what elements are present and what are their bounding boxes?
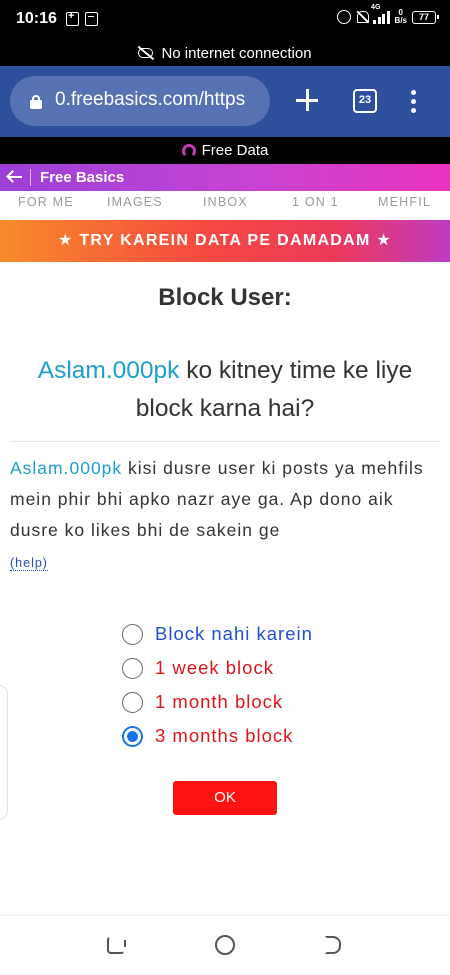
- battery-saver-icon: [66, 10, 79, 26]
- radio-no-block[interactable]: [122, 623, 143, 645]
- radio-3-months[interactable]: [122, 725, 143, 747]
- back-arrow-icon[interactable]: [7, 171, 23, 183]
- clock: 10:16: [16, 10, 57, 27]
- option-1-month[interactable]: 1 month block: [122, 685, 313, 719]
- nav-for-me[interactable]: FOR ME: [18, 195, 74, 209]
- mute-bell-icon: [356, 10, 370, 24]
- new-tab-button[interactable]: [296, 89, 318, 111]
- free-data-icon: [181, 143, 196, 158]
- no-internet-banner: No internet connection: [0, 40, 450, 66]
- status-bar: 10:16 4G 0 B/s 77: [0, 0, 450, 40]
- recent-apps-icon[interactable]: [107, 936, 126, 954]
- status-icons: 4G 0 B/s 77: [337, 4, 439, 25]
- net-speed-unit: B/s: [394, 16, 407, 25]
- promo-banner[interactable]: ★ TRY KAREIN DATA PE DAMADAM ★: [0, 220, 450, 262]
- back-icon[interactable]: [325, 936, 341, 954]
- header-title: Free Basics: [40, 169, 125, 186]
- battery-icon: 77: [412, 10, 439, 24]
- nav-inbox[interactable]: INBOX: [203, 195, 248, 209]
- no-internet-text: No internet connection: [161, 44, 312, 62]
- free-basics-header: Free Basics: [0, 164, 450, 191]
- divider: [10, 441, 440, 442]
- option-label[interactable]: 1 week block: [155, 657, 274, 679]
- url-text[interactable]: 0.freebasics.com/https: [55, 89, 260, 111]
- radio-1-month[interactable]: [122, 691, 143, 713]
- address-bar[interactable]: 0.freebasics.com/https: [10, 76, 270, 126]
- lock-icon: [30, 95, 42, 109]
- network-type-label: 4G: [371, 4, 381, 11]
- header-divider: [30, 169, 31, 186]
- alarm-icon: [337, 10, 352, 24]
- page-title: Block User:: [158, 284, 292, 311]
- free-data-bar: Free Data: [0, 137, 450, 164]
- signal-icon: 4G: [371, 4, 390, 24]
- help-link[interactable]: (help): [10, 556, 48, 571]
- cloud-off-icon: [138, 48, 154, 58]
- browser-toolbar: 0.freebasics.com/https 23: [0, 66, 450, 137]
- block-duration-options: Block nahi karein 1 week block 1 month b…: [122, 617, 313, 753]
- description-username-link[interactable]: Aslam.000pk: [10, 458, 122, 478]
- more-menu-button[interactable]: [411, 90, 417, 114]
- tab-switcher-button[interactable]: 23: [353, 89, 377, 113]
- free-data-label: Free Data: [201, 142, 269, 159]
- option-label[interactable]: 1 month block: [155, 691, 283, 713]
- site-nav: FOR ME IMAGES INBOX 1 ON 1 MEHFIL: [0, 191, 450, 220]
- net-speed: 0 B/s: [395, 9, 407, 25]
- home-icon[interactable]: [215, 935, 235, 955]
- sim-icon: [85, 12, 98, 26]
- option-3-months[interactable]: 3 months block: [122, 719, 313, 753]
- ok-button[interactable]: OK: [173, 781, 277, 815]
- nav-images[interactable]: IMAGES: [107, 195, 163, 209]
- nav-1-on-1[interactable]: 1 ON 1: [292, 195, 339, 209]
- radio-1-week[interactable]: [122, 657, 143, 679]
- block-question: Aslam.000pk ko kitney time ke liye block…: [10, 352, 440, 428]
- block-description: Aslam.000pk kisi dusre user ki posts ya …: [10, 453, 440, 546]
- system-navigation-bar: [0, 915, 450, 975]
- edge-panel-handle[interactable]: [0, 685, 8, 820]
- nav-mehfil[interactable]: MEHFIL: [378, 195, 431, 209]
- option-label[interactable]: Block nahi karein: [155, 623, 313, 645]
- username-link[interactable]: Aslam.000pk: [38, 357, 180, 384]
- option-1-week[interactable]: 1 week block: [122, 651, 313, 685]
- option-label[interactable]: 3 months block: [155, 725, 293, 747]
- option-no-block[interactable]: Block nahi karein: [122, 617, 313, 651]
